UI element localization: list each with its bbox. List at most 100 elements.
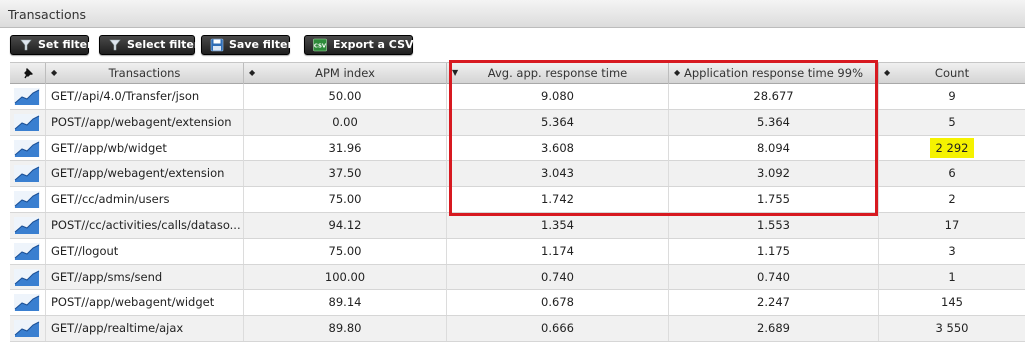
avg-response-value: 0.740: [446, 264, 668, 290]
sort-icon: ◆: [249, 68, 256, 77]
column-header-count[interactable]: ◆ Count: [878, 63, 1025, 84]
avg-response-value: 3.608: [446, 135, 668, 161]
sort-icon: ◆: [674, 68, 681, 77]
table-row[interactable]: GET//cc/admin/users 75.00 1.742 1.755 2: [10, 187, 1025, 213]
trend-cell[interactable]: [10, 84, 45, 109]
pin-column-header[interactable]: [10, 63, 45, 84]
trend-cell[interactable]: [10, 239, 45, 264]
trend-cell[interactable]: [10, 316, 45, 341]
column-header-apm-index[interactable]: ◆ APM index: [243, 63, 446, 84]
panel-header: Transactions: [0, 0, 1025, 28]
table-row[interactable]: GET//app/realtime/ajax 89.80 0.666 2.689…: [10, 316, 1025, 342]
avg-response-value: 0.666: [446, 316, 668, 342]
count-cell: 2 292: [878, 135, 1025, 161]
save-filter-button[interactable]: Save filter: [201, 35, 293, 55]
response-99-value: 2.247: [668, 290, 878, 316]
response-99-value: 28.677: [668, 84, 878, 109]
trend-cell[interactable]: [10, 265, 45, 290]
column-label-count: Count: [934, 66, 970, 80]
column-header-avg-response[interactable]: ▼ Avg. app. response time: [446, 63, 668, 84]
column-header-response-99[interactable]: ◆ Application response time 99%: [668, 63, 878, 84]
avg-response-value: 1.174: [446, 238, 668, 264]
avg-response-value: 3.043: [446, 161, 668, 187]
apm-index-value: 75.00: [243, 238, 446, 264]
trend-chart-icon: [14, 165, 40, 183]
avg-response-value: 9.080: [446, 84, 668, 109]
avg-response-value: 5.364: [446, 109, 668, 135]
transaction-name: GET//app/sms/send: [45, 264, 243, 290]
apm-index-value: 0.00: [243, 109, 446, 135]
table-row[interactable]: GET//logout 75.00 1.174 1.175 3: [10, 238, 1025, 265]
trend-chart-icon: [14, 113, 40, 131]
response-99-value: 1.553: [668, 213, 878, 238]
sort-descending-icon: ▼: [452, 68, 459, 77]
apm-index-value: 89.80: [243, 316, 446, 342]
apm-index-value: 50.00: [243, 84, 446, 109]
trend-chart-icon: [14, 268, 40, 286]
trend-cell[interactable]: [10, 161, 45, 186]
trend-cell[interactable]: [10, 213, 45, 238]
table-row[interactable]: GET//app/sms/send 100.00 0.740 0.740 1: [10, 264, 1025, 291]
column-header-transactions[interactable]: ◆ Transactions: [45, 63, 243, 84]
trend-cell[interactable]: [10, 187, 45, 212]
trend-chart-icon: [14, 139, 40, 157]
export-csv-label: Export a CSV: [333, 38, 414, 51]
grid-header: ◆ Transactions ◆ APM index ▼ Avg. app. r…: [10, 62, 1025, 84]
count-value: 9: [878, 84, 1025, 109]
avg-response-value: 0.678: [446, 290, 668, 316]
save-filter-label: Save filter: [229, 38, 293, 51]
column-label-transactions: Transactions: [108, 66, 181, 80]
count-value: 5: [878, 109, 1025, 135]
response-99-value: 3.092: [668, 161, 878, 187]
csv-icon-text: CSV: [314, 44, 327, 50]
trend-chart-icon: [14, 217, 40, 234]
count-value: 145: [878, 290, 1025, 316]
trend-cell[interactable]: [10, 110, 45, 135]
response-99-value: 2.689: [668, 316, 878, 342]
response-99-value: 5.364: [668, 109, 878, 135]
sort-icon: ◆: [884, 68, 891, 77]
response-99-value: 8.094: [668, 135, 878, 161]
apm-index-value: 75.00: [243, 187, 446, 213]
floppy-disk-icon: [210, 38, 224, 52]
count-value: 3 550: [878, 316, 1025, 342]
table-row[interactable]: POST//app/webagent/widget 89.14 0.678 2.…: [10, 290, 1025, 317]
transaction-name: GET//logout: [45, 238, 243, 264]
transaction-name: POST//app/webagent/extension: [45, 109, 243, 135]
count-value: 3: [878, 238, 1025, 264]
trend-chart-icon: [14, 242, 40, 260]
panel-title: Transactions: [8, 7, 87, 22]
count-value-highlighted: 2 292: [929, 137, 975, 158]
count-value: 2: [878, 187, 1025, 213]
trend-chart-icon: [14, 88, 40, 105]
table-row[interactable]: GET//api/4.0/Transfer/json 50.00 9.080 2…: [10, 84, 1025, 110]
select-filter-button[interactable]: Select filter: [99, 35, 199, 55]
transaction-name: GET//app/wb/widget: [45, 135, 243, 161]
response-99-value: 1.175: [668, 238, 878, 264]
trend-cell[interactable]: [10, 290, 45, 315]
set-filter-button[interactable]: Set filter: [10, 35, 93, 55]
funnel-icon: [20, 39, 32, 51]
table-row[interactable]: POST//app/webagent/extension 0.00 5.364 …: [10, 109, 1025, 136]
table-row[interactable]: GET//app/wb/widget 31.96 3.608 8.094 2 2…: [10, 135, 1025, 162]
apm-index-value: 37.50: [243, 161, 446, 187]
count-value: 1: [878, 264, 1025, 290]
column-label-avg-response: Avg. app. response time: [487, 66, 628, 80]
apm-index-value: 89.14: [243, 290, 446, 316]
export-csv-button[interactable]: CSV Export a CSV: [304, 35, 414, 55]
count-value: 6: [878, 161, 1025, 187]
sort-icon: ◆: [51, 68, 58, 77]
trend-chart-icon: [14, 320, 40, 338]
table-row[interactable]: GET//app/webagent/extension 37.50 3.043 …: [10, 161, 1025, 188]
trend-chart-icon: [14, 191, 40, 209]
transaction-name: POST//app/webagent/widget: [45, 290, 243, 316]
avg-response-value: 1.742: [446, 187, 668, 213]
count-value: 17: [878, 213, 1025, 238]
table-row[interactable]: POST//cc/activities/calls/dataso... 94.1…: [10, 213, 1025, 239]
apm-index-value: 31.96: [243, 135, 446, 161]
trend-cell[interactable]: [10, 136, 45, 161]
set-filter-label: Set filter: [38, 38, 93, 51]
response-99-value: 1.755: [668, 187, 878, 213]
trend-chart-icon: [14, 294, 40, 312]
avg-response-value: 1.354: [446, 213, 668, 238]
